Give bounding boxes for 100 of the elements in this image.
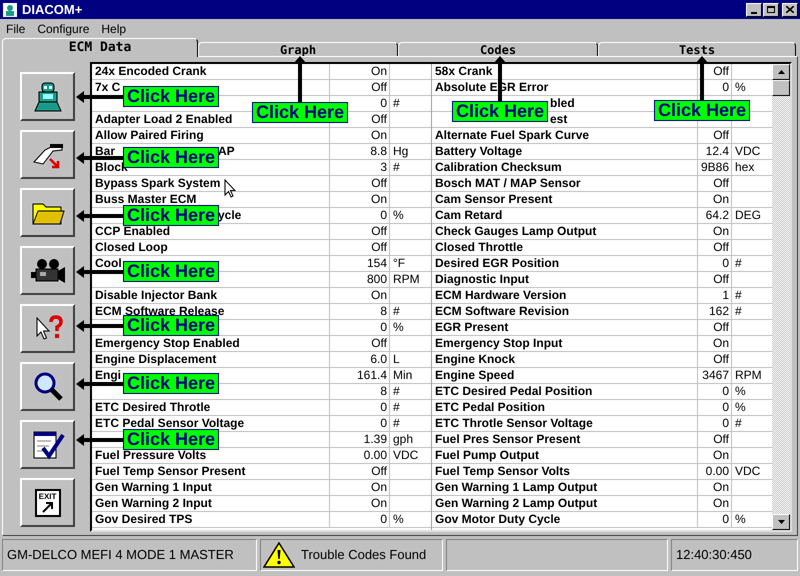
value-cell: 9B86 [700,160,729,174]
menu-item[interactable]: Help [101,20,126,38]
app-icon [2,2,18,18]
value-cell: Off [371,112,387,126]
value-cell: Off [713,176,729,190]
restore-button[interactable] [763,2,779,16]
value-cell: 0 [722,80,729,94]
unit-cell: % [735,384,746,398]
toolbar-button[interactable] [20,304,75,353]
row-label: ETC Desired Pedal Position [435,384,592,398]
row-label: Emergency Stop Input [435,336,562,350]
value-cell: On [370,128,387,142]
unit-cell: Hg [393,144,408,158]
unit-cell: VDC [393,448,418,462]
exit-icon: EXIT [34,488,60,516]
row-label: Disable Injector Bank [95,288,218,302]
tab[interactable]: ECM Data [2,38,198,57]
close-button[interactable] [782,2,798,16]
toolbar-button[interactable]: EXIT [20,478,75,527]
checklist-icon [30,428,64,460]
value-cell: 154 [366,256,387,270]
row-label: ETC Pedal Sensor Voltage [95,416,244,430]
row-label: ETC Throtle Sensor Voltage [435,416,593,430]
unit-cell: hex [735,160,754,174]
row-label: CCP Enabled [95,224,170,238]
unit-cell: % [735,512,746,526]
row-label: bled [550,96,575,111]
row-label: Check Gauges Lamp Output [435,224,596,238]
scrollbar[interactable] [772,64,790,530]
row-label: AP [218,144,235,159]
row-label: Engine Speed [435,368,514,382]
toolbar-button[interactable] [20,188,75,237]
row-label: Engine Knock [435,352,516,366]
value-cell: 0 [722,416,729,430]
tab[interactable]: Codes [398,42,598,57]
value-cell: 1 [722,288,729,302]
value-cell: Off [713,320,729,334]
unit-cell: # [393,384,400,398]
row-label: ECM Software Release [95,304,224,318]
scroll-up-button[interactable] [772,64,790,80]
row-label: Fuel Pump Output [435,448,539,462]
row-label: ycle [218,208,242,223]
toolbar-button[interactable] [20,246,75,295]
value-cell: Off [371,224,387,238]
row-label: Gov Motor Duty Cycle [435,512,560,526]
row-label: Desired EGR Position [435,256,560,270]
tab[interactable]: Graph [198,42,398,57]
unit-cell: % [393,512,404,526]
toolbar-button[interactable] [20,130,75,179]
unit-cell: % [393,208,404,222]
toolbar-button[interactable] [20,72,75,121]
value-cell: 0 [380,400,387,414]
unit-cell: RPM [393,272,420,286]
unit-cell: % [735,80,746,94]
toolbar-button[interactable] [20,362,75,411]
unit-cell: # [393,96,400,110]
row-label: Fuel Temp Sensor Present [95,464,246,478]
row-label: Gen Warning 2 Lamp Output [435,496,598,510]
video-camera-icon [30,256,66,284]
menu-item[interactable]: File [6,20,26,38]
toolbar-button[interactable] [20,420,75,469]
unit-cell: gph [393,432,414,446]
callout-label: Click Here [123,315,220,336]
value-cell: On [370,192,387,206]
callout-label: Click Here [123,205,220,226]
window-title: DIACOM+ [22,0,82,19]
row-label: Emergency Stop Enabled [95,336,240,350]
callout-label: Click Here [654,100,750,121]
value-cell: Off [713,240,729,254]
scroll-thumb[interactable] [772,80,790,96]
value-cell: Off [713,352,729,366]
menu-item[interactable]: Configure [37,20,90,38]
unit-cell: VDC [735,144,760,158]
unit-cell: # [393,416,400,430]
unit-cell: # [735,288,742,302]
value-cell: On [370,496,387,510]
value-cell: 800 [366,272,387,286]
unit-cell: RPM [735,368,762,382]
unit-cell: # [393,400,400,414]
value-cell: Off [371,240,387,254]
minimize-button[interactable] [746,2,762,16]
row-label: Battery Voltage [435,144,522,158]
value-cell: Off [713,432,729,446]
clock-time: 12:40:30:450 [676,546,752,564]
unit-cell: # [393,304,400,318]
value-cell: 8 [380,384,387,398]
callout-label: Click Here [252,102,348,123]
value-cell: On [712,448,729,462]
value-cell: On [712,224,729,238]
up-arrow-icon [778,70,784,74]
value-cell: On [712,192,729,206]
row-label: Adapter Load 2 Enabled [95,112,232,126]
value-cell: On [712,480,729,494]
tab[interactable]: Tests [598,42,796,57]
scroll-down-button[interactable] [772,514,790,530]
row-label: 58x Crank [435,64,492,78]
row-label: Fuel Pres Sensor Present [435,432,580,446]
row-label: Cam Sensor Present [435,192,552,206]
value-cell: Off [371,464,387,478]
row-label: Bosch MAT / MAP Sensor [435,176,581,190]
